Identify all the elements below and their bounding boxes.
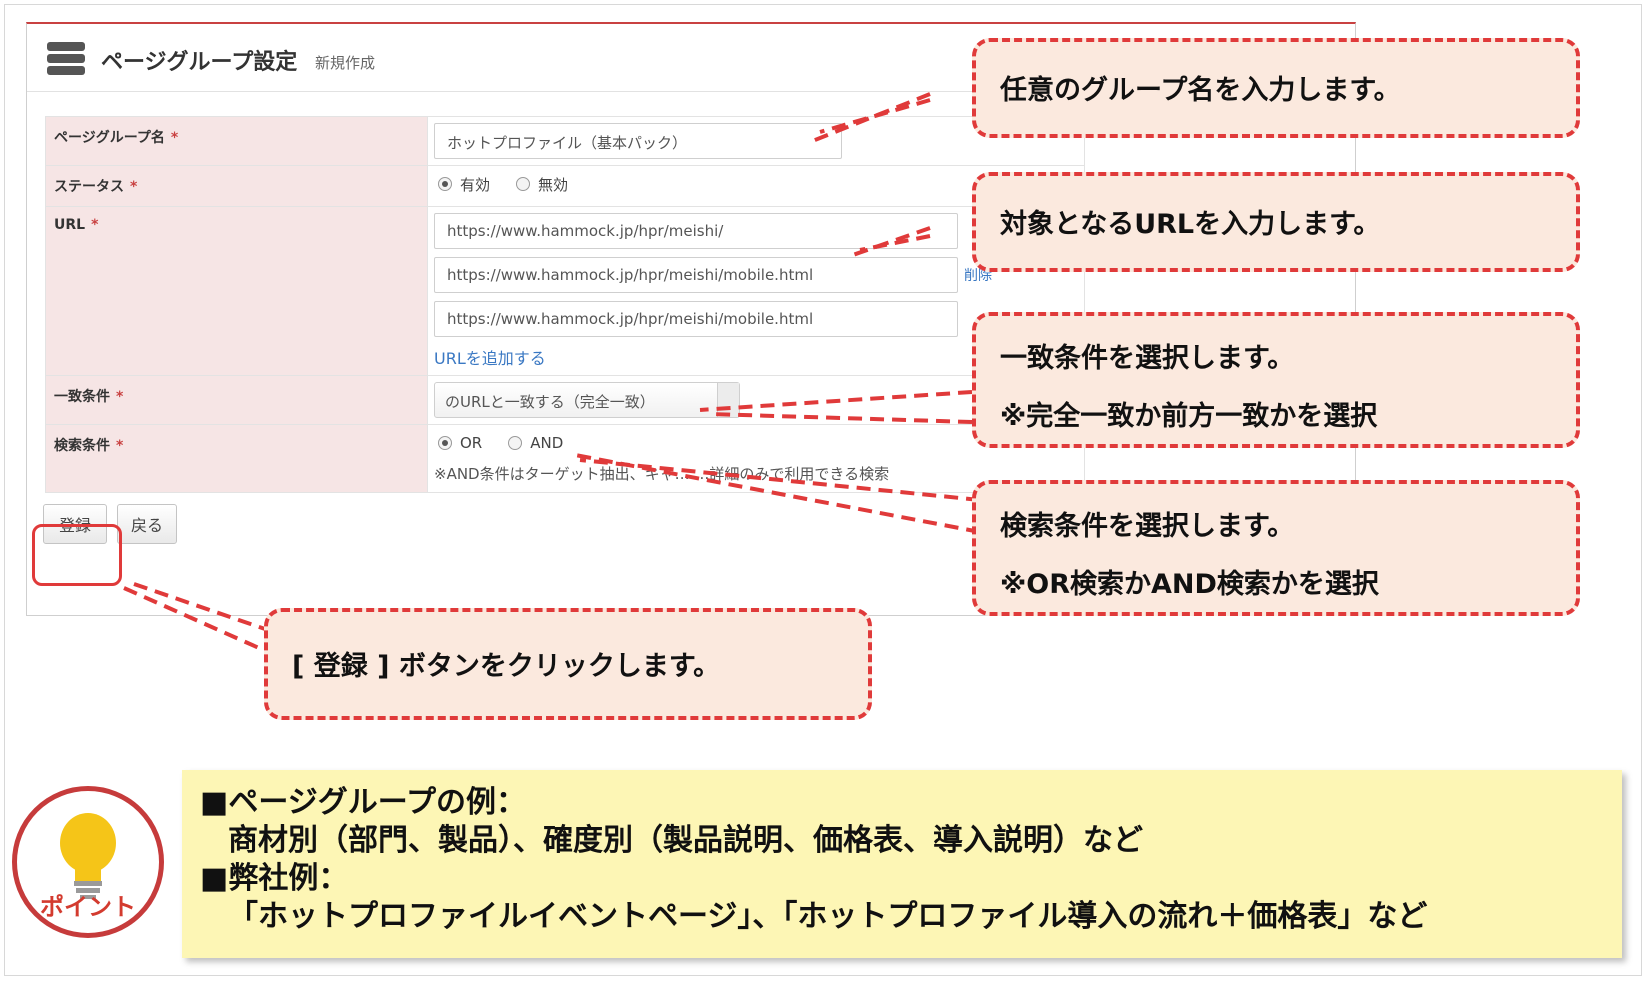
- point-line-4: 「ホットプロファイルイベントページ」、「ホットプロファイル導入の流れ＋価格表」な…: [228, 899, 1428, 934]
- callout-url: 対象となるURLを入力します。: [972, 172, 1580, 272]
- callout-search: 検索条件を選択します。 ※OR検索かAND検索かを選択: [972, 480, 1580, 616]
- leader-group-name: [809, 92, 931, 144]
- callout-register: [ 登録 ] ボタンをクリックします。: [264, 608, 872, 720]
- point-line-1: ■ページグループの例：: [200, 785, 526, 820]
- callout-match: 一致条件を選択します。 ※完全一致か前方一致かを選択: [972, 312, 1580, 448]
- point-badge: ポイント: [12, 786, 164, 938]
- point-line-2: 商材別（部門、製品）、確度別（製品説明、価格表、導入説明）など: [228, 823, 1143, 858]
- callout-group-name: 任意のグループ名を入力します。: [972, 38, 1580, 138]
- leader-search: [569, 452, 981, 534]
- point-line-3: ■弊社例：: [200, 861, 349, 896]
- point-badge-label: ポイント: [40, 893, 136, 921]
- leader-url: [849, 226, 931, 258]
- point-box: ■ページグループの例： 商材別（部門、製品）、確度別（製品説明、価格表、導入説明…: [182, 770, 1622, 958]
- leader-match: [699, 390, 973, 412]
- leader-register: [123, 586, 269, 654]
